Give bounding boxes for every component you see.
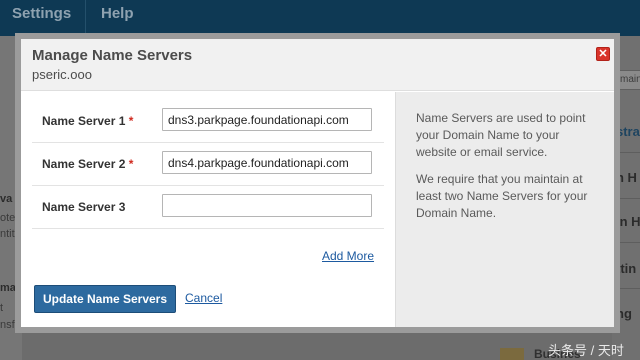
- nav-divider: [85, 0, 86, 36]
- top-navigation-bar: Settings Help: [0, 0, 640, 36]
- help-panel: Name Servers are used to point your Doma…: [395, 92, 614, 327]
- required-marker: *: [128, 157, 134, 171]
- name-server-2-input[interactable]: [162, 151, 372, 174]
- bg-envelope-icon: [500, 348, 524, 360]
- dialog-title: Manage Name Servers: [32, 47, 193, 64]
- required-marker: *: [128, 114, 134, 128]
- cancel-link[interactable]: Cancel: [185, 291, 222, 305]
- add-more-link[interactable]: Add More: [322, 249, 374, 263]
- name-server-1-row: Name Server 1 *: [32, 100, 384, 143]
- name-server-2-label: Name Server 2 *: [42, 157, 134, 171]
- name-server-3-label: Name Server 3: [42, 200, 126, 214]
- name-server-1-input[interactable]: [162, 108, 372, 131]
- help-text-purpose: Name Servers are used to point your Doma…: [416, 111, 586, 159]
- nav-settings[interactable]: Settings: [12, 5, 71, 22]
- help-text-requirement: We require that you maintain at least tw…: [416, 172, 588, 220]
- dialog-header: Manage Name Servers pseric.ooo ✕: [21, 39, 614, 91]
- name-server-3-input[interactable]: [162, 194, 372, 217]
- name-server-form: Name Server 1 * Name Server 2 * Name Ser…: [21, 92, 395, 327]
- bg-text-fragment: ma: [0, 282, 16, 294]
- bg-text-fragment: va: [0, 193, 13, 205]
- dialog-domain-name: pseric.ooo: [32, 67, 92, 82]
- name-server-3-row: Name Server 3: [32, 186, 384, 229]
- update-name-servers-button[interactable]: Update Name Servers: [34, 285, 176, 313]
- name-server-1-label: Name Server 1 *: [42, 114, 134, 128]
- close-icon[interactable]: ✕: [596, 47, 610, 61]
- bg-text-fragment: ote: [0, 212, 16, 224]
- bg-text-fragment: t: [0, 302, 4, 314]
- watermark-text: 头条号 / 天时: [548, 343, 624, 358]
- nav-help[interactable]: Help: [101, 5, 134, 22]
- bg-text-fragment: ntit: [0, 228, 15, 240]
- manage-name-servers-dialog: Manage Name Servers pseric.ooo ✕ Name Se…: [15, 33, 620, 333]
- bg-text-fragment: nsf: [0, 319, 15, 331]
- name-server-2-row: Name Server 2 *: [32, 143, 384, 186]
